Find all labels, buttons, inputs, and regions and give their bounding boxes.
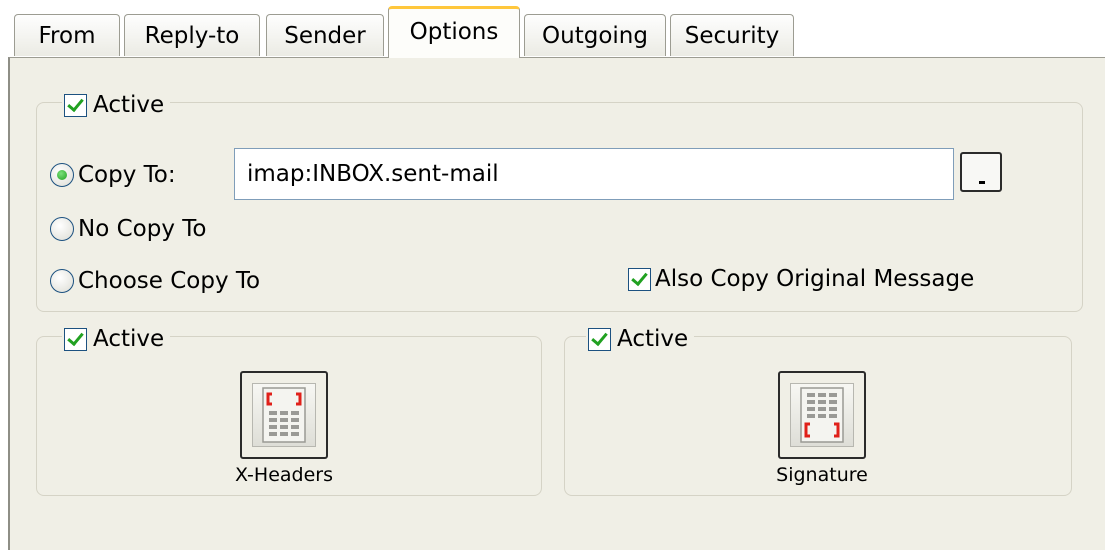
signature-active-label: Active <box>617 326 689 352</box>
choose-copy-option[interactable]: Choose Copy To <box>50 268 260 294</box>
tab-from[interactable]: From <box>14 14 120 56</box>
tab-sender[interactable]: Sender <box>266 14 384 56</box>
no-copy-radio[interactable] <box>50 217 74 241</box>
also-copy-original-checkbox[interactable] <box>628 267 651 291</box>
copy-active-checkbox[interactable] <box>64 93 87 117</box>
xheaders-active-label: Active <box>93 326 165 352</box>
signature-caption: Signature <box>776 464 868 486</box>
document-header-icon <box>252 383 316 447</box>
copy-to-label: Copy To: <box>78 162 176 188</box>
choose-copy-label: Choose Copy To <box>78 268 261 294</box>
tab-options[interactable]: Options <box>388 6 520 58</box>
xheaders-active-toggle[interactable]: Active <box>62 322 171 356</box>
tab-security[interactable]: Security <box>670 14 794 56</box>
signature-active-toggle[interactable]: Active <box>586 322 695 356</box>
also-copy-original-option[interactable]: Also Copy Original Message <box>628 266 974 292</box>
xheaders-active-checkbox[interactable] <box>64 327 87 351</box>
folder-dropdown-button[interactable] <box>960 152 1002 192</box>
no-copy-option[interactable]: No Copy To <box>50 216 206 242</box>
copy-active-label: Active <box>93 92 165 118</box>
tab-outgoing[interactable]: Outgoing <box>524 14 666 56</box>
also-copy-original-label: Also Copy Original Message <box>655 266 975 292</box>
copy-to-option[interactable]: Copy To: <box>50 162 176 188</box>
no-copy-label: No Copy To <box>78 216 207 242</box>
signature-button[interactable] <box>778 371 866 459</box>
signature-active-checkbox[interactable] <box>588 327 611 351</box>
copy-to-folder-input[interactable]: imap:INBOX.sent-mail <box>234 148 954 200</box>
tab-reply-to[interactable]: Reply-to <box>124 14 260 56</box>
xheaders-caption: X-Headers <box>234 464 333 486</box>
copy-to-radio[interactable] <box>50 163 74 187</box>
choose-copy-radio[interactable] <box>50 269 74 293</box>
options-panel: Active Copy To: imap:INBOX.sent-mail No … <box>8 57 1105 550</box>
document-signature-icon <box>790 383 854 447</box>
copy-active-toggle[interactable]: Active <box>62 88 171 122</box>
xheaders-button[interactable] <box>240 371 328 459</box>
